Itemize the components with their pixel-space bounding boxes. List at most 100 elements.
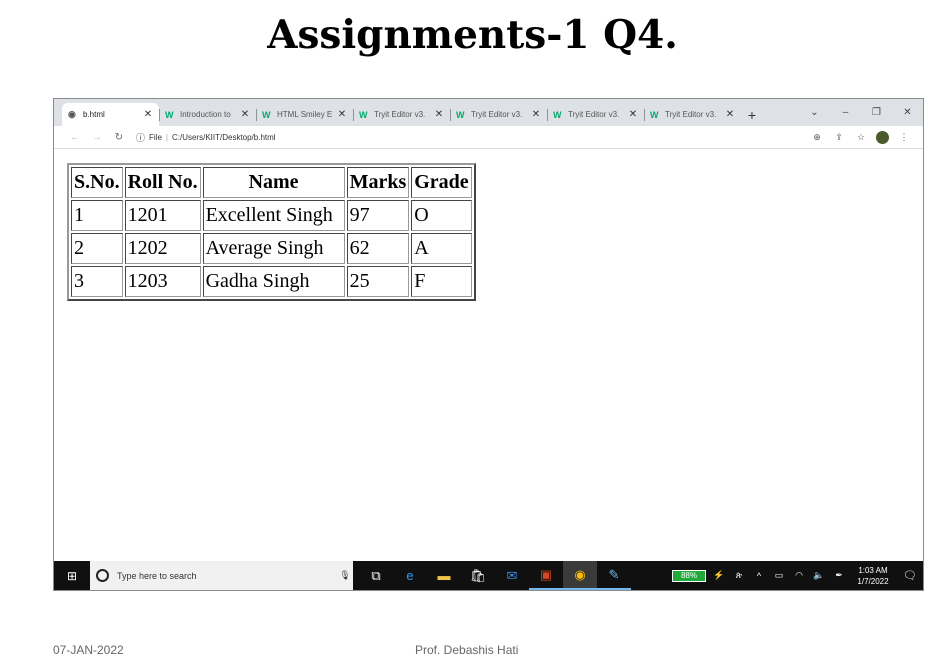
cell-grade: F: [411, 266, 472, 297]
header-marks: Marks: [346, 167, 410, 198]
close-window-icon[interactable]: ✕: [892, 99, 923, 126]
cell-grade: O: [411, 200, 472, 231]
w3schools-icon: W: [165, 109, 174, 120]
forward-icon[interactable]: →: [86, 132, 108, 143]
w3schools-icon: W: [553, 109, 562, 120]
microphone-icon[interactable]: 🎙: [337, 570, 353, 581]
url-path: C:/Users/KIIT/Desktop/b.html: [171, 132, 276, 142]
battery-indicator[interactable]: 88%: [672, 569, 706, 582]
menu-icon[interactable]: ⋮: [893, 132, 915, 143]
tab-label: Tryit Editor v3.: [374, 110, 426, 119]
cell-sno: 3: [71, 266, 123, 297]
close-icon[interactable]: ✕: [434, 109, 444, 120]
table-row: 3 1203 Gadha Singh 25 F: [71, 266, 472, 297]
taskbar-search[interactable]: Type here to search 🎙: [90, 561, 353, 590]
restore-icon[interactable]: ❐: [861, 99, 892, 126]
tab-label: Tryit Editor v3.: [471, 110, 523, 119]
new-tab-button[interactable]: +: [741, 103, 763, 126]
cell-marks: 62: [346, 233, 410, 264]
cell-name: Gadha Singh: [202, 266, 345, 297]
grades-table: S.No. Roll No. Name Marks Grade 1 1201 E…: [67, 163, 476, 301]
zoom-icon[interactable]: ⊕: [806, 132, 828, 143]
cell-sno: 2: [71, 233, 123, 264]
powerpoint-icon[interactable]: ▣: [529, 561, 563, 590]
reload-icon[interactable]: ↻: [108, 132, 130, 143]
cell-marks: 25: [346, 266, 410, 297]
clock-time: 1:03 AM: [858, 565, 888, 575]
header-name: Name: [202, 167, 345, 198]
share-icon[interactable]: ⇪: [828, 132, 850, 143]
header-roll-no: Roll No.: [124, 167, 201, 198]
people-icon[interactable]: ጵ: [729, 570, 749, 581]
bookmark-star-icon[interactable]: ☆: [850, 132, 872, 143]
address-bar[interactable]: ⓘ File | C:/Users/KIIT/Desktop/b.html: [136, 131, 806, 144]
cell-name: Excellent Singh: [202, 200, 345, 231]
browser-toolbar: ← → ↻ ⓘ File | C:/Users/KIIT/Desktop/b.h…: [54, 126, 923, 149]
slide-title: Assignments-1 Q4.: [267, 12, 678, 58]
taskbar-apps: ⧉ e ▬ 🛍 ✉ ▣ ◉ ✎: [359, 561, 631, 590]
close-icon[interactable]: ✕: [143, 109, 153, 120]
close-icon[interactable]: ✕: [725, 109, 735, 120]
url-separator: |: [165, 132, 168, 142]
windows-start-icon[interactable]: ⊞: [54, 569, 90, 583]
close-icon[interactable]: ✕: [240, 109, 250, 120]
table-row: 1 1201 Excellent Singh 97 O: [71, 200, 472, 231]
tab-b-html[interactable]: ◉ b.html ✕: [62, 103, 159, 126]
globe-icon: ◉: [68, 109, 76, 119]
chevron-up-icon[interactable]: ^: [749, 571, 769, 581]
mail-icon[interactable]: ✉: [495, 561, 529, 590]
store-icon[interactable]: 🛍: [461, 561, 495, 590]
close-icon[interactable]: ✕: [337, 109, 347, 120]
system-tray: 88% ⚡ ጵ ^ ▭ ◠ 🔈 ✒ 1:03 AM 1/7/2022 🗨: [672, 561, 923, 590]
tab-label: Introduction to: [180, 110, 231, 119]
tab-search-icon[interactable]: ⌄: [799, 99, 830, 126]
tab-strip: ◉ b.html ✕ W Introduction to ✕ W HTML Sm…: [54, 99, 923, 126]
tab-label: b.html: [83, 110, 105, 119]
tab-label: Tryit Editor v3.: [568, 110, 620, 119]
tab-introduction[interactable]: W Introduction to ✕: [159, 103, 256, 126]
cell-roll-no: 1201: [124, 200, 201, 231]
task-view-icon[interactable]: ⧉: [359, 561, 393, 590]
close-icon[interactable]: ✕: [531, 109, 541, 120]
clock[interactable]: 1:03 AM 1/7/2022: [849, 565, 897, 587]
tab-tryit-editor[interactable]: W Tryit Editor v3. ✕: [450, 103, 547, 126]
notification-icon[interactable]: 🗨: [897, 569, 923, 582]
power-plug-icon: ⚡: [713, 570, 725, 580]
file-explorer-icon[interactable]: ▬: [427, 561, 461, 590]
close-icon[interactable]: ✕: [628, 109, 638, 120]
tab-tryit-editor[interactable]: W Tryit Editor v3. ✕: [547, 103, 644, 126]
page-content: S.No. Roll No. Name Marks Grade 1 1201 E…: [67, 163, 476, 301]
battery-icon[interactable]: ▭: [769, 570, 789, 581]
cell-marks: 97: [346, 200, 410, 231]
w3schools-icon: W: [359, 109, 368, 120]
tab-tryit-editor[interactable]: W Tryit Editor v3. ✕: [353, 103, 450, 126]
header-grade: Grade: [411, 167, 472, 198]
tab-label: HTML Smiley E: [277, 110, 333, 119]
back-icon[interactable]: ←: [64, 132, 86, 143]
profile-avatar[interactable]: [876, 130, 889, 144]
volume-icon[interactable]: 🔈: [809, 570, 829, 581]
chrome-icon[interactable]: ◉: [563, 561, 597, 590]
edge-icon[interactable]: e: [393, 561, 427, 590]
toolbar-actions: ⊕ ⇪ ☆ ⋮: [806, 130, 915, 144]
pen-icon[interactable]: ✒: [829, 570, 849, 581]
minimize-icon[interactable]: –: [830, 99, 861, 126]
wifi-icon[interactable]: ◠: [789, 570, 809, 581]
cortana-icon: [96, 569, 109, 582]
url-scheme: File: [149, 132, 162, 142]
clock-date: 1/7/2022: [857, 576, 889, 586]
info-icon[interactable]: ⓘ: [136, 131, 145, 144]
cell-roll-no: 1202: [124, 233, 201, 264]
tab-html-smiley[interactable]: W HTML Smiley E ✕: [256, 103, 353, 126]
cell-roll-no: 1203: [124, 266, 201, 297]
cell-sno: 1: [71, 200, 123, 231]
w3schools-icon: W: [262, 109, 271, 120]
tab-tryit-editor[interactable]: W Tryit Editor v3. ✕: [644, 103, 741, 126]
browser-screenshot: ◉ b.html ✕ W Introduction to ✕ W HTML Sm…: [53, 98, 924, 591]
search-placeholder: Type here to search: [117, 570, 197, 581]
notepad-icon[interactable]: ✎: [597, 561, 631, 590]
window-controls: ⌄ – ❐ ✕: [799, 99, 923, 126]
cell-name: Average Singh: [202, 233, 345, 264]
table-header-row: S.No. Roll No. Name Marks Grade: [71, 167, 472, 198]
tab-label: Tryit Editor v3.: [665, 110, 717, 119]
